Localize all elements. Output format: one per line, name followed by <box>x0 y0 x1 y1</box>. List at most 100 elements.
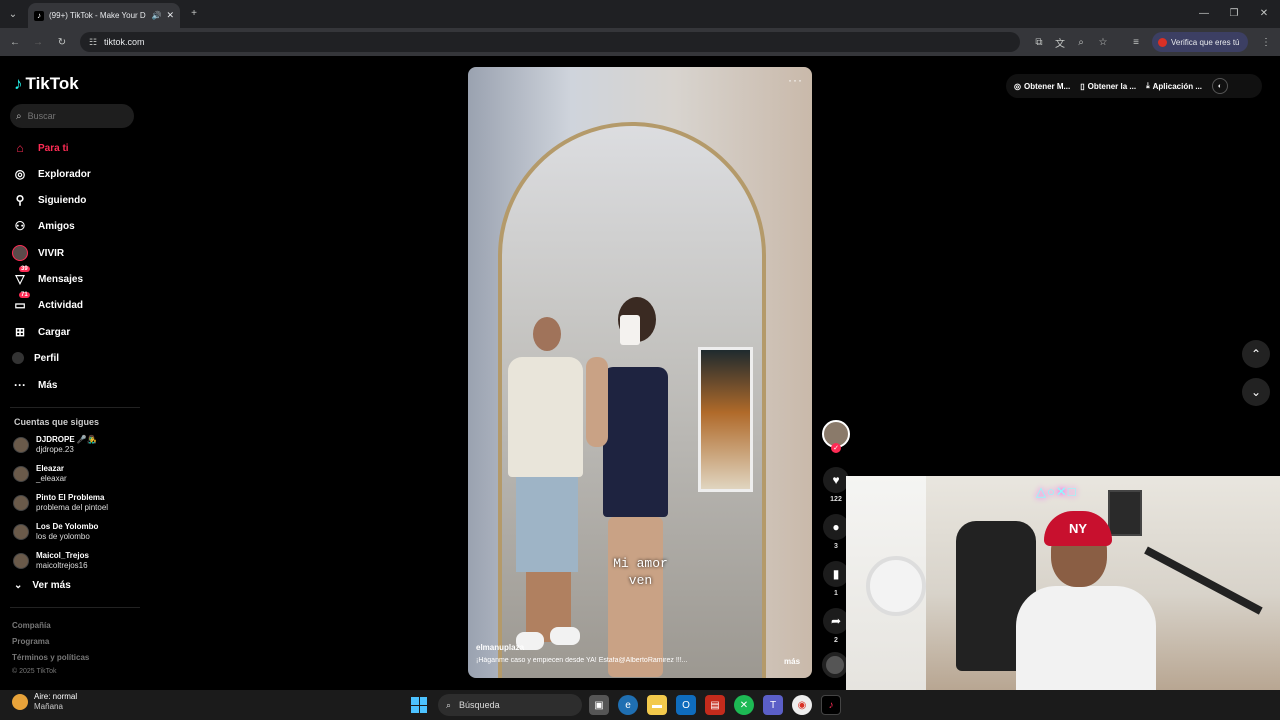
previous-video-button[interactable]: ⌃ <box>1242 340 1270 368</box>
see-more-accounts-button[interactable]: ⌄ Ver más <box>14 580 71 591</box>
desktop-app-button[interactable]: ⤓ Aplicación ... <box>1146 81 1202 91</box>
search-box[interactable]: ⌕ <box>10 104 134 128</box>
nav-label: Más <box>38 379 58 391</box>
tab-title: (99+) TikTok - Make Your Day <box>49 11 147 20</box>
following-section-title: Cuentas que sigues <box>14 417 100 427</box>
translate-icon[interactable]: 文 <box>1051 33 1069 51</box>
taskbar-search-label: Búsqueda <box>459 700 500 710</box>
chrome-icon[interactable]: ◉ <box>792 695 812 715</box>
see-more-label: Ver más <box>32 580 71 591</box>
taskbar-search[interactable]: ⌕ Búsqueda <box>438 694 582 716</box>
teams-icon[interactable]: T <box>763 695 783 715</box>
following-account[interactable]: Los De Yolombo los de yolombo <box>13 519 98 545</box>
xbox-icon[interactable]: ✕ <box>734 695 754 715</box>
next-video-button[interactable]: ⌄ <box>1242 378 1270 406</box>
browser-tab[interactable]: ♪ (99+) TikTok - Make Your Day 🔊 ✕ <box>28 3 180 28</box>
video-scene-person <box>578 297 673 677</box>
url-text: tiktok.com <box>104 37 145 47</box>
verify-identity-chip[interactable]: Verifica que eres tú <box>1152 32 1248 52</box>
close-window-icon[interactable]: ✕ <box>1255 4 1273 22</box>
neon-playstation-sign-icon: △○✕□ <box>1036 484 1077 499</box>
account-avatar-icon[interactable]: ◐ <box>1211 78 1228 94</box>
search-input[interactable] <box>27 111 118 121</box>
tab-list-icon[interactable]: ⌄ <box>4 5 22 23</box>
video-text-overlay: Mi amor ven <box>598 555 683 589</box>
video-more-options-icon[interactable]: ··· <box>788 73 803 87</box>
footer-link-company[interactable]: Compañía <box>12 621 51 630</box>
account-name: Eleazar <box>36 464 65 473</box>
menu-dots-icon[interactable]: ⋮ <box>1257 33 1275 51</box>
tab-close-icon[interactable]: ✕ <box>166 10 174 21</box>
video-more-button[interactable]: más <box>784 657 800 666</box>
new-tab-icon[interactable]: + <box>185 4 203 22</box>
video-player[interactable]: Mi amor ven ··· elmanuplaza ¡Háganme cas… <box>468 67 812 678</box>
address-bar[interactable]: tiktok.com <box>80 32 1020 52</box>
save-count: 1 <box>834 590 838 597</box>
follow-plus-icon[interactable]: ✓ <box>831 443 841 453</box>
pill-label: Obtener M... <box>1023 81 1071 91</box>
upload-icon: ⊞ <box>14 325 26 339</box>
sound-disc-icon[interactable] <box>822 652 848 678</box>
minimize-icon[interactable]: — <box>1195 4 1213 22</box>
tiktok-app-icon[interactable]: ♪ <box>821 695 841 715</box>
account-name: Pinto El Problema <box>36 493 105 502</box>
install-icon[interactable]: ⧉ <box>1030 33 1048 51</box>
following-account[interactable]: Eleazar _eleaxar <box>13 461 67 487</box>
avatar <box>13 553 29 569</box>
nav-item-vivir[interactable]: VIVIR <box>12 243 64 263</box>
following-icon: ⚲ <box>15 193 25 207</box>
nav-item-actividad[interactable]: ▭ 71 Actividad <box>12 292 83 315</box>
like-count: 122 <box>830 496 842 503</box>
avatar <box>13 437 29 453</box>
back-icon[interactable]: ← <box>6 33 24 51</box>
bookmark-star-icon[interactable]: ☆ <box>1094 33 1112 51</box>
verify-label: Verifica que eres tú <box>1171 37 1240 47</box>
footer-link-program[interactable]: Programa <box>12 637 49 646</box>
restore-icon[interactable]: ❐ <box>1225 4 1243 22</box>
zoom-icon[interactable]: ⌕ <box>1072 33 1090 51</box>
tiktok-logo[interactable]: ♪ TikTok <box>14 74 79 94</box>
following-account[interactable]: Pinto El Problema problema del pintoel <box>13 490 108 516</box>
forward-icon[interactable]: → <box>29 33 47 51</box>
footer-link-terms[interactable]: Términos y políticas <box>12 653 89 662</box>
following-account[interactable]: DJDROPE 🎤👨‍🎤 djdrope.23 <box>13 432 97 458</box>
nav-item-amigos[interactable]: ⚇ Amigos <box>12 216 75 236</box>
nav-label: Explorador <box>38 168 91 180</box>
weather-subtitle: Mañana <box>34 702 63 711</box>
outlook-icon[interactable]: O <box>676 695 696 715</box>
avatar <box>13 495 29 511</box>
app-icon[interactable]: ▤ <box>705 695 725 715</box>
site-info-icon[interactable]: ☷ <box>84 33 102 51</box>
search-icon: ⌕ <box>446 699 452 710</box>
weather-widget[interactable]: Aire: normal Mañana <box>12 692 77 712</box>
overlay-line: ven <box>628 573 653 588</box>
ny-cap-logo-icon: NY <box>1044 511 1112 546</box>
following-account[interactable]: Maicol_Trejos maicoltrejos16 <box>13 548 89 574</box>
alert-icon <box>1158 37 1167 47</box>
reload-icon[interactable]: ↻ <box>53 33 71 51</box>
nav-item-cargar[interactable]: ⊞ Cargar <box>12 322 70 342</box>
reading-list-icon[interactable]: ≡ <box>1127 33 1145 51</box>
nav-item-perfil[interactable]: Perfil <box>12 348 59 368</box>
nav-item-explorador[interactable]: ◎ Explorador <box>12 164 91 184</box>
file-explorer-icon[interactable]: ▬ <box>647 695 667 715</box>
get-app-button[interactable]: ▯ Obtener la ... <box>1080 82 1136 91</box>
webcam-overlay: △○✕□ NY <box>846 476 1280 690</box>
windows-start-icon[interactable] <box>411 697 427 713</box>
nav-item-para-ti[interactable]: ⌂ Para ti <box>12 138 68 158</box>
nav-item-siguiendo[interactable]: ⚲ Siguiendo <box>12 190 87 210</box>
tiktok-favicon-icon: ♪ <box>34 10 44 21</box>
top-actions-bar: ◎ Obtener M... ▯ Obtener la ... ⤓ Aplicació… <box>1006 74 1262 98</box>
video-scene-window <box>698 347 753 492</box>
video-scene-person <box>508 317 583 667</box>
nav-item-mensajes[interactable]: ▽ 39 Mensajes <box>12 266 83 289</box>
get-coins-button[interactable]: ◎ Obtener M... <box>1014 82 1070 91</box>
account-handle: djdrope.23 <box>36 445 74 454</box>
tab-audio-icon[interactable]: 🔊 <box>151 11 161 20</box>
edge-icon[interactable]: e <box>618 695 638 715</box>
tiktok-note-icon: ♪ <box>14 74 23 93</box>
nav-item-mas[interactable]: ··· Más <box>12 375 57 395</box>
video-username[interactable]: elmanuplaza <box>476 643 524 652</box>
webcam-scene-person-body <box>1016 586 1156 690</box>
task-view-icon[interactable]: ▣ <box>589 695 609 715</box>
